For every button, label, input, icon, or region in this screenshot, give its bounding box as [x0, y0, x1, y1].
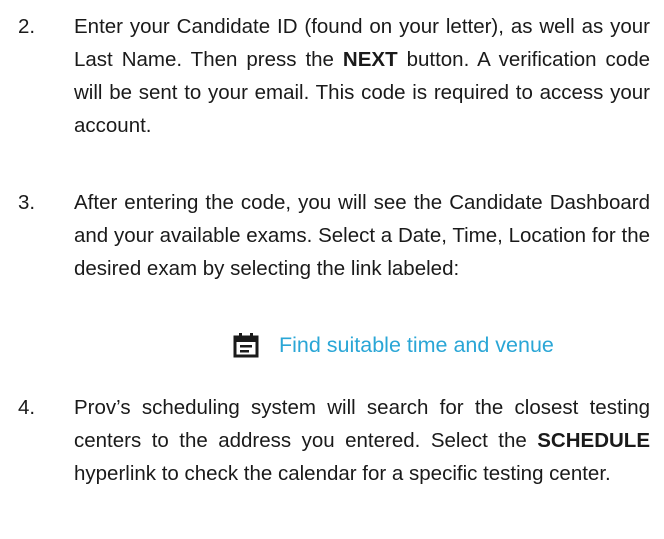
- step-text-part: hyperlink to check the calendar for a sp…: [74, 462, 611, 485]
- step-number: 4.: [18, 396, 36, 419]
- link-label[interactable]: Find suitable time and venue: [279, 332, 554, 358]
- schedule-keyword: SCHEDULE: [537, 429, 650, 452]
- step-2: 2. Enter your Candidate ID (found on you…: [18, 10, 650, 142]
- step-text: Prov’s scheduling system will search for…: [74, 391, 650, 490]
- step-number: 3.: [18, 191, 36, 214]
- step-text: After entering the code, you will see th…: [74, 191, 650, 280]
- find-time-venue-link[interactable]: Find suitable time and venue: [233, 332, 593, 366]
- next-keyword: NEXT: [342, 48, 398, 71]
- step-4: 4. Prov’s scheduling system will search …: [18, 391, 650, 523]
- instructions-page: 2. Enter your Candidate ID (found on you…: [0, 0, 664, 539]
- step-3: 3. After entering the code, you will see…: [18, 186, 650, 318]
- link-row[interactable]: Find suitable time and venue: [233, 332, 554, 358]
- step-text: Enter your Candidate ID (found on your l…: [74, 10, 650, 142]
- step-number: 2.: [18, 15, 36, 38]
- calendar-icon: [233, 333, 259, 358]
